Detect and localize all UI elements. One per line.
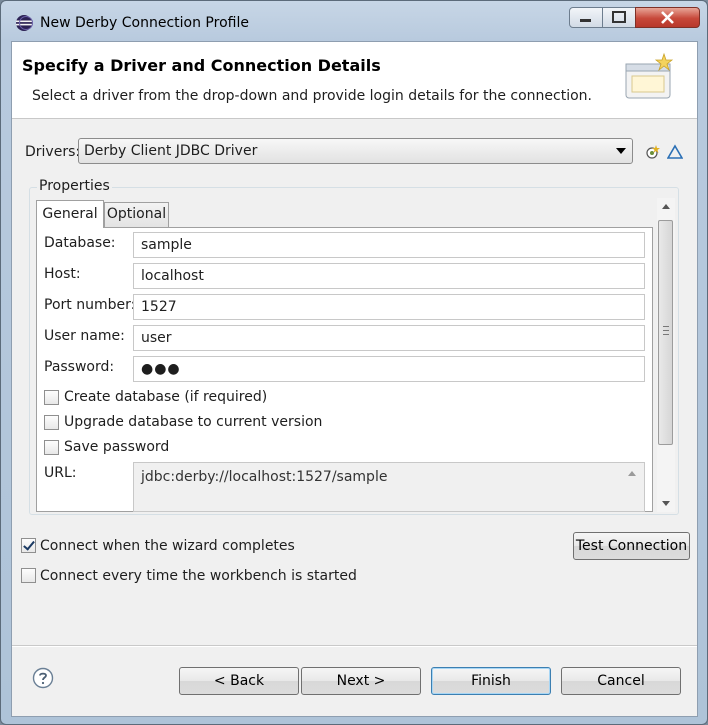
- username-field[interactable]: user: [133, 325, 645, 351]
- drivers-label: Drivers:: [25, 144, 81, 160]
- create-database-checkbox[interactable]: [44, 390, 59, 405]
- test-connection-button[interactable]: Test Connection: [573, 532, 690, 560]
- upgrade-database-checkbox[interactable]: [44, 415, 59, 430]
- host-field[interactable]: localhost: [133, 263, 645, 289]
- drivers-dropdown[interactable]: Derby Client JDBC Driver: [78, 138, 633, 164]
- scrollbar-thumb[interactable]: [658, 220, 673, 445]
- port-label: Port number:: [44, 297, 136, 313]
- port-field[interactable]: 1527: [133, 294, 645, 320]
- properties-scrollbar[interactable]: [657, 198, 675, 512]
- minimize-icon: [580, 19, 591, 22]
- scroll-down-icon[interactable]: [662, 501, 670, 506]
- finish-button[interactable]: Finish: [431, 667, 551, 695]
- next-button[interactable]: Next >: [301, 667, 421, 695]
- minimize-button[interactable]: [569, 7, 603, 28]
- url-label: URL:: [44, 465, 77, 481]
- tab-general[interactable]: General: [36, 200, 104, 228]
- host-label: Host:: [44, 266, 81, 282]
- chevron-down-icon: [616, 148, 626, 154]
- url-field[interactable]: jdbc:derby://localhost:1527/sample: [133, 462, 645, 512]
- title-bar[interactable]: New Derby Connection Profile: [1, 1, 707, 41]
- eclipse-icon: [16, 15, 33, 31]
- dialog-window: New Derby Connection Profile Specify a D…: [0, 0, 708, 725]
- properties-group-label: Properties: [37, 178, 112, 194]
- maximize-icon: [612, 11, 626, 23]
- footer-separator: [12, 645, 697, 647]
- help-icon[interactable]: [32, 667, 54, 689]
- close-icon: [661, 11, 674, 24]
- page-title: Specify a Driver and Connection Details: [22, 56, 381, 75]
- create-database-label: Create database (if required): [64, 389, 268, 405]
- close-button[interactable]: [635, 7, 700, 28]
- password-label: Password:: [44, 359, 115, 375]
- wizard-banner: Specify a Driver and Connection Details …: [12, 42, 697, 119]
- drivers-selected: Derby Client JDBC Driver: [84, 143, 258, 159]
- upgrade-database-label: Upgrade database to current version: [64, 414, 323, 430]
- username-label: User name:: [44, 328, 125, 344]
- window-title: New Derby Connection Profile: [40, 15, 249, 31]
- new-driver-icon[interactable]: [644, 144, 660, 160]
- save-password-label: Save password: [64, 439, 170, 455]
- url-scroll-up-icon[interactable]: [628, 471, 636, 476]
- connect-on-startup-checkbox[interactable]: [21, 568, 36, 583]
- back-button[interactable]: < Back: [179, 667, 299, 695]
- cancel-button[interactable]: Cancel: [561, 667, 681, 695]
- scroll-up-icon[interactable]: [662, 204, 670, 209]
- connect-on-finish-checkbox[interactable]: [21, 538, 36, 553]
- password-field[interactable]: ●●●: [133, 356, 645, 382]
- wizard-banner-icon: [625, 52, 674, 99]
- dialog-client-area: Specify a Driver and Connection Details …: [11, 41, 698, 717]
- tab-optional[interactable]: Optional: [104, 202, 169, 227]
- page-description: Select a driver from the drop-down and p…: [32, 88, 592, 104]
- maximize-button[interactable]: [602, 7, 636, 28]
- connect-on-startup-label: Connect every time the workbench is star…: [40, 568, 357, 584]
- grip-icon: [663, 326, 669, 335]
- database-label: Database:: [44, 235, 116, 251]
- url-value: jdbc:derby://localhost:1527/sample: [141, 469, 388, 485]
- edit-driver-icon[interactable]: [667, 144, 683, 160]
- database-field[interactable]: sample: [133, 232, 645, 258]
- save-password-checkbox[interactable]: [44, 440, 59, 455]
- connect-on-finish-label: Connect when the wizard completes: [40, 538, 295, 554]
